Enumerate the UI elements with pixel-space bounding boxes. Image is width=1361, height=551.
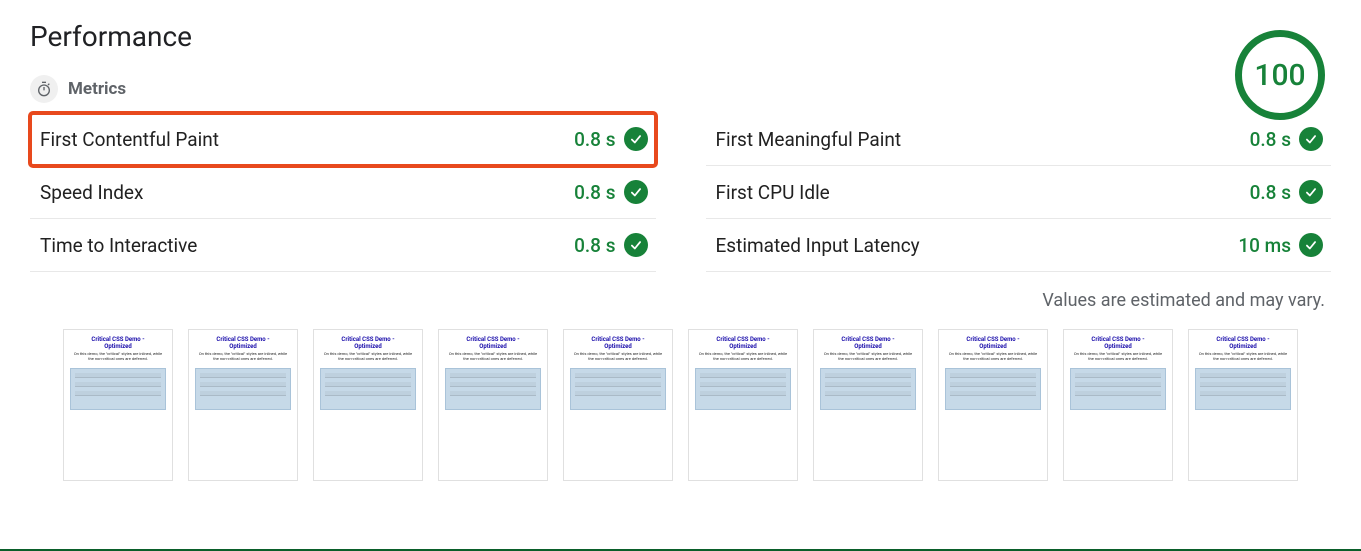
metrics-section-title: Metrics: [68, 79, 126, 99]
performance-panel: Performance 100 Metrics First Contentful…: [0, 0, 1361, 551]
frame-desc: On this demo, the "critical" styles are …: [70, 352, 166, 362]
frame-preview-block: [570, 368, 666, 410]
frame-title: Critical CSS Demo -Optimized: [591, 336, 644, 350]
metrics-column-left: First Contentful Paint 0.8 s Speed Index 0.…: [30, 113, 656, 272]
frame-desc: On this demo, the "critical" styles are …: [445, 352, 541, 362]
metrics-grid: First Contentful Paint 0.8 s Speed Index 0.…: [30, 113, 1331, 272]
frame-title: Critical CSS Demo -Optimized: [966, 336, 1019, 350]
metric-value: 0.8 s: [574, 181, 615, 204]
filmstrip-frame[interactable]: Critical CSS Demo -Optimized On this demo…: [63, 329, 173, 481]
frame-title: Critical CSS Demo -Optimized: [841, 336, 894, 350]
frame-preview-block: [445, 368, 541, 410]
metric-value: 0.8 s: [1250, 128, 1291, 151]
frame-title: Critical CSS Demo -Optimized: [466, 336, 519, 350]
check-pass-icon: [1299, 180, 1323, 204]
frame-preview-block: [320, 368, 416, 410]
filmstrip-frame[interactable]: Critical CSS Demo -Optimized On this demo…: [438, 329, 548, 481]
filmstrip-frame[interactable]: Critical CSS Demo -Optimized On this demo…: [688, 329, 798, 481]
frame-title: Critical CSS Demo -Optimized: [216, 336, 269, 350]
metric-value: 0.8 s: [574, 234, 615, 257]
frame-desc: On this demo, the "critical" styles are …: [820, 352, 916, 362]
metric-value: 10 ms: [1238, 234, 1291, 257]
metric-label: First CPU Idle: [716, 181, 830, 204]
frame-title: Critical CSS Demo -Optimized: [1091, 336, 1144, 350]
filmstrip: Critical CSS Demo -Optimized On this demo…: [60, 329, 1301, 481]
metric-label: First Contentful Paint: [40, 128, 219, 151]
filmstrip-frame[interactable]: Critical CSS Demo -Optimized On this demo…: [813, 329, 923, 481]
metric-label: Time to Interactive: [40, 234, 197, 257]
metric-row[interactable]: First Contentful Paint 0.8 s: [30, 113, 656, 166]
filmstrip-frame[interactable]: Critical CSS Demo -Optimized On this demo…: [313, 329, 423, 481]
metric-label: Speed Index: [40, 181, 143, 204]
metrics-column-right: First Meaningful Paint0.8 sFirst CPU Idl…: [706, 113, 1332, 272]
frame-desc: On this demo, the "critical" styles are …: [1070, 352, 1166, 362]
frame-preview-block: [945, 368, 1041, 410]
metrics-section-header[interactable]: Metrics: [30, 75, 1331, 103]
metric-value-wrap: 0.8 s: [574, 127, 647, 151]
frame-title: Critical CSS Demo -Optimized: [1216, 336, 1269, 350]
frame-desc: On this demo, the "critical" styles are …: [695, 352, 791, 362]
check-pass-icon: [1299, 233, 1323, 257]
frame-preview-block: [70, 368, 166, 410]
check-pass-icon: [624, 233, 648, 257]
filmstrip-frame[interactable]: Critical CSS Demo -Optimized On this demo…: [563, 329, 673, 481]
metric-value-wrap: 0.8 s: [1250, 180, 1323, 204]
check-pass-icon: [624, 127, 648, 151]
filmstrip-frame[interactable]: Critical CSS Demo -Optimized On this demo…: [188, 329, 298, 481]
filmstrip-frame[interactable]: Critical CSS Demo -Optimized On this demo…: [1063, 329, 1173, 481]
metric-value-wrap: 0.8 s: [574, 233, 647, 257]
frame-title: Critical CSS Demo -Optimized: [341, 336, 394, 350]
frame-desc: On this demo, the "critical" styles are …: [195, 352, 291, 362]
metric-row[interactable]: Speed Index 0.8 s: [30, 166, 656, 219]
frame-preview-block: [195, 368, 291, 410]
metric-value: 0.8 s: [1250, 181, 1291, 204]
metric-row[interactable]: Time to Interactive 0.8 s: [30, 219, 656, 272]
metric-label: First Meaningful Paint: [716, 128, 902, 151]
frame-preview-block: [1070, 368, 1166, 410]
page-title: Performance: [30, 20, 1331, 53]
frame-desc: On this demo, the "critical" styles are …: [320, 352, 416, 362]
metric-row[interactable]: Estimated Input Latency 10 ms: [706, 219, 1332, 272]
frame-preview-block: [695, 368, 791, 410]
metric-value-wrap: 0.8 s: [1250, 127, 1323, 151]
score-value: 100: [1254, 58, 1305, 93]
frame-preview-block: [1195, 368, 1291, 410]
metric-value-wrap: 0.8 s: [574, 180, 647, 204]
frame-preview-block: [820, 368, 916, 410]
filmstrip-frame[interactable]: Critical CSS Demo -Optimized On this demo…: [1188, 329, 1298, 481]
frame-desc: On this demo, the "critical" styles are …: [1195, 352, 1291, 362]
frame-title: Critical CSS Demo -Optimized: [91, 336, 144, 350]
filmstrip-frame[interactable]: Critical CSS Demo -Optimized On this demo…: [938, 329, 1048, 481]
frame-title: Critical CSS Demo -Optimized: [716, 336, 769, 350]
frame-desc: On this demo, the "critical" styles are …: [945, 352, 1041, 362]
frame-desc: On this demo, the "critical" styles are …: [570, 352, 666, 362]
score-gauge: 100: [1235, 30, 1325, 120]
check-pass-icon: [1299, 127, 1323, 151]
check-pass-icon: [624, 180, 648, 204]
stopwatch-icon: [30, 75, 58, 103]
metrics-footnote: Values are estimated and may vary.: [30, 290, 1325, 311]
metric-value: 0.8 s: [574, 128, 615, 151]
metric-value-wrap: 10 ms: [1238, 233, 1323, 257]
metric-label: Estimated Input Latency: [716, 234, 920, 257]
metric-row[interactable]: First CPU Idle 0.8 s: [706, 166, 1332, 219]
metric-row[interactable]: First Meaningful Paint 0.8 s: [706, 113, 1332, 166]
